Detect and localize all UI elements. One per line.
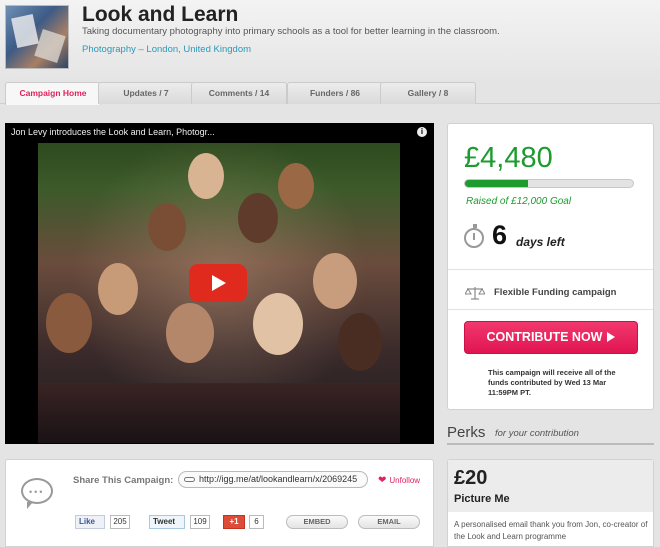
funding-panel: £4,480 Raised of £12,000 Goal 6 days lef… [447,123,654,410]
perk-card[interactable]: £20 Picture Me A personalised email than… [447,459,654,547]
heart-icon: ❤ [378,475,387,486]
contribute-now-label: CONTRIBUTE NOW [486,330,603,344]
amount-raised: £4,480 [464,142,553,174]
comment-bubble-icon: ••• [21,478,53,509]
tweet-label: Tweet [153,517,176,526]
play-button[interactable] [189,264,247,302]
email-button[interactable]: EMAIL [358,515,420,529]
campaign-header: Look and Learn Taking documentary photog… [0,0,660,80]
facebook-like-button[interactable]: Like [75,515,105,529]
perks-header: Perks for your contribution [447,423,654,445]
stopwatch-icon [464,224,484,248]
perks-title: Perks [447,424,486,441]
tab-comments[interactable]: Comments / 14 [191,82,287,104]
google-plus-count: 6 [249,515,264,529]
google-plus-button[interactable]: +1 [223,515,245,529]
tab-campaign-home[interactable]: Campaign Home [5,82,101,105]
campaign-thumbnail[interactable] [5,5,69,69]
funding-deadline-note: This campaign will receive all of the fu… [488,368,616,397]
perks-subtitle: for your contribution [495,428,579,439]
unfollow-button[interactable]: ❤ Unfollow [378,475,420,486]
tweet-count: 109 [190,515,210,529]
facebook-like-label: Like [79,517,96,526]
tab-gallery[interactable]: Gallery / 8 [380,82,476,104]
perk-description: A personalised email thank you from Jon,… [454,520,648,541]
tweet-button[interactable]: Tweet [149,515,185,529]
video-title[interactable]: Jon Levy introduces the Look and Learn, … [11,127,215,137]
balance-scale-icon [465,287,485,300]
days-left-number: 6 [492,220,508,250]
share-url-field[interactable]: http://igg.me/at/lookandlearn/x/2069245 [178,471,368,488]
campaign-tagline: Taking documentary photography into prim… [82,26,500,37]
funding-progress-bar [464,179,634,188]
funding-progress-fill [465,180,528,187]
divider [448,309,653,310]
unfollow-label: Unfollow [389,476,421,485]
funding-goal: Raised of £12,000 Goal [466,196,572,207]
perk-name: Picture Me [454,493,510,505]
share-panel: ••• Share This Campaign: http://igg.me/a… [5,459,434,547]
link-icon [184,477,195,482]
campaign-tabs: Campaign Home Updates / 7 Comments / 14 … [0,80,660,105]
video-player[interactable]: Jon Levy introduces the Look and Learn, … [5,123,434,444]
divider [448,269,653,270]
info-icon[interactable]: i [417,127,427,137]
video-thumbnail-frame[interactable] [38,143,400,443]
tab-funders[interactable]: Funders / 86 [287,82,383,104]
funding-type-label[interactable]: Flexible Funding campaign [494,287,616,298]
embed-button[interactable]: EMBED [286,515,348,529]
share-label: Share This Campaign: [73,475,174,486]
campaign-category-location-link[interactable]: Photography – London, United Kingdom [82,44,251,55]
share-url-text: http://igg.me/at/lookandlearn/x/2069245 [199,474,358,484]
contribute-now-button[interactable]: CONTRIBUTE NOW [464,321,638,354]
facebook-like-count: 205 [110,515,130,529]
days-left-label: days left [516,235,565,249]
tab-updates[interactable]: Updates / 7 [98,82,194,104]
campaign-title: Look and Learn [82,3,239,26]
perk-price: £20 [454,467,488,489]
play-arrow-icon [607,331,616,342]
